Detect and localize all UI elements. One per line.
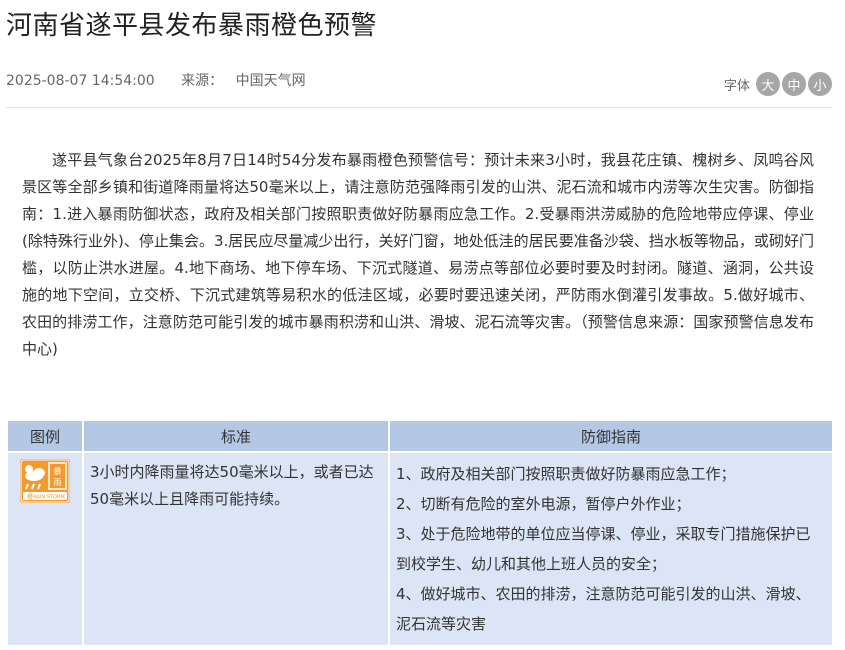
source-label: 来源： <box>181 73 224 89</box>
guide-item-2: 2、切断有危险的室外电源，暂停户外作业； <box>396 495 691 513</box>
guide-item-3: 3、处于危险地带的单位应当停课、停业，采取专门措施保护已到校学生、幼儿和其他上班… <box>396 525 811 573</box>
article-meta: 2025-08-07 14:54:00 来源： 中国天气网 <box>6 71 306 91</box>
icon-level-char: 橙 <box>27 493 33 501</box>
header-legend: 图例 <box>8 421 82 451</box>
guide-cell: 1、政府及相关部门按照职责做好防暴雨应急工作； 2、切断有危险的室外电源，暂停户… <box>390 453 832 645</box>
standard-cell: 3小时内降雨量将达50毫米以上，或者已达50毫米以上且降雨可能持续。 <box>84 453 388 645</box>
publish-datetime: 2025-08-07 14:54:00 <box>6 73 155 89</box>
font-size-small-button[interactable]: 小 <box>808 72 832 96</box>
table-row: 暴 雨 橙 RAIN STORM 3小时内降雨量将达50毫米以上，或者已达50毫… <box>8 453 832 645</box>
rainstorm-orange-warning-icon: 暴 雨 橙 RAIN STORM <box>20 459 70 503</box>
article-body: 遂平县气象台2025年8月7日14时54分发布暴雨橙色预警信号：预计未来3小时，… <box>22 151 814 358</box>
font-size-large-button[interactable]: 大 <box>756 72 780 96</box>
icon-text-cn-1: 暴 <box>54 467 62 476</box>
guide-item-4: 4、做好城市、农田的排涝，注意防范可能引发的山洪、滑坡、泥石流等灾害 <box>396 585 811 633</box>
font-size-label: 字体 <box>723 78 750 94</box>
warning-guide-table: 图例 标准 防御指南 暴 雨 橙 RAIN STORM 3小时内降雨量将达50毫… <box>6 419 834 647</box>
font-size-medium-button[interactable]: 中 <box>782 72 806 96</box>
page-title: 河南省遂平县发布暴雨橙色预警 <box>6 11 378 41</box>
header-guide: 防御指南 <box>390 421 832 451</box>
icon-text-en: RAIN STORM <box>33 495 64 501</box>
header-divider <box>6 107 832 108</box>
source-name: 中国天气网 <box>235 73 306 89</box>
header-standard: 标准 <box>84 421 388 451</box>
guide-item-1: 1、政府及相关部门按照职责做好防暴雨应急工作； <box>396 465 736 483</box>
rainstorm-icon-graphic: 暴 雨 橙 RAIN STORM <box>20 459 70 503</box>
table-header-row: 图例 标准 防御指南 <box>8 421 832 451</box>
legend-cell: 暴 雨 橙 RAIN STORM <box>8 453 82 645</box>
font-size-switcher: 字体 大 中 小 <box>724 71 832 97</box>
icon-text-cn-2: 雨 <box>54 478 62 487</box>
